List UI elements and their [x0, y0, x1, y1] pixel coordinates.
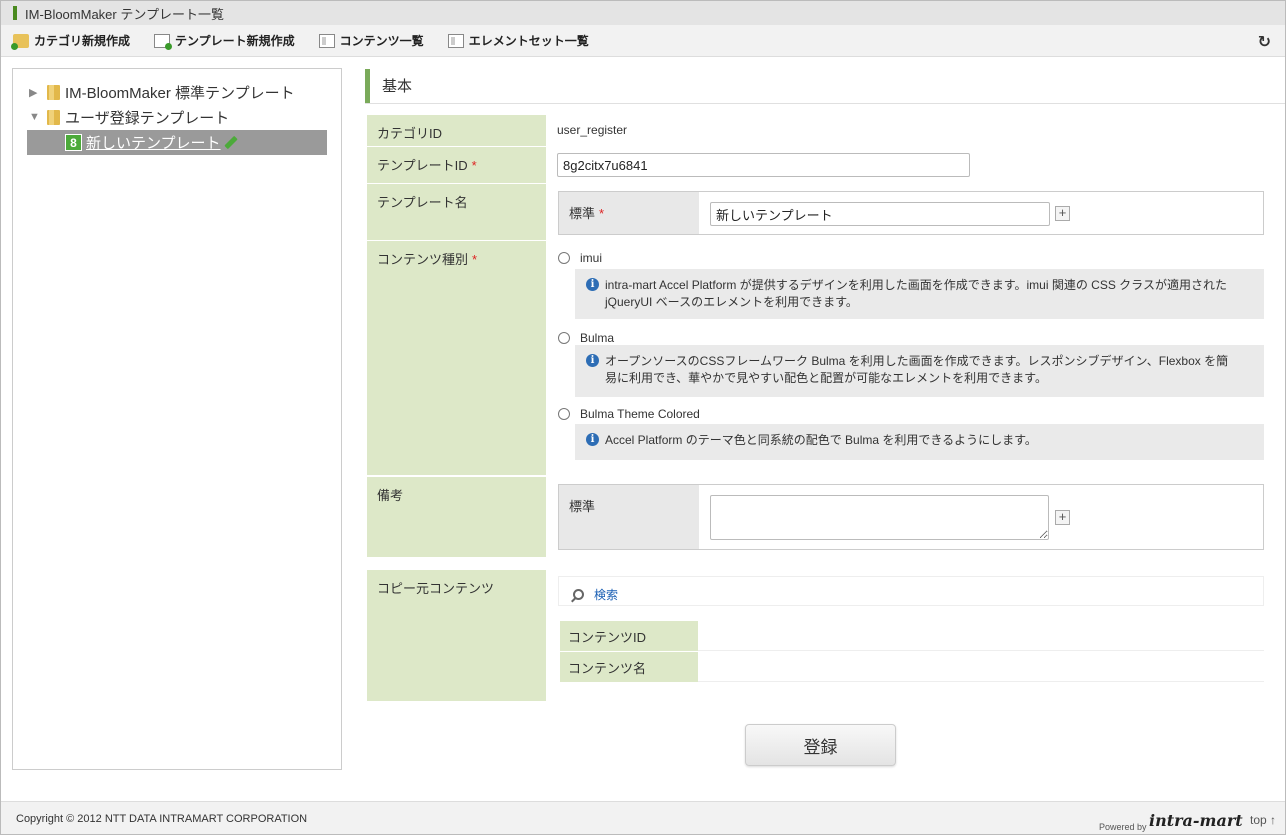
search-icon: [573, 589, 584, 600]
content-type-row: コンテンツ種別 * imui i intra-mart Accel Platfor…: [367, 241, 1285, 475]
expand-arrow-icon[interactable]: ▶: [29, 86, 47, 99]
selected-template-label: 新しいテンプレート: [86, 135, 221, 152]
section-header: 基本: [365, 68, 1285, 104]
bulma-info-line1: オープンソースのCSSフレームワーク Bulma を利用した画面を作成できます。…: [605, 354, 1229, 368]
pencil-icon: [223, 135, 238, 150]
create-template-button[interactable]: テンプレート新規作成: [154, 32, 295, 50]
locale-standard-label: 標準 *: [559, 192, 699, 234]
template-name-row: テンプレート名 標準* +: [367, 184, 1285, 240]
category-id-row: カテゴリID user_register: [367, 115, 1285, 146]
document-add-icon: [154, 33, 173, 50]
template-id-label: テンプレートID *: [367, 147, 546, 183]
locale-standard-label: 標準: [559, 485, 699, 549]
radio-button[interactable]: [558, 252, 570, 264]
content-list-button[interactable]: コンテンツ一覧: [318, 32, 424, 49]
create-template-label: テンプレート新規作成: [175, 34, 295, 48]
refresh-icon[interactable]: ↻: [1258, 32, 1271, 52]
folder-icon: [47, 109, 60, 125]
radio-bulma[interactable]: Bulma: [558, 331, 614, 345]
scroll-top-link[interactable]: top ↑: [1250, 813, 1276, 827]
tree-node-label: ユーザ登録テンプレート: [65, 109, 230, 127]
tree-node-standard-templates[interactable]: ▶ IM-BloomMaker 標準テンプレート: [29, 81, 295, 103]
template-name-locale-box: 標準* +: [558, 191, 1264, 235]
copy-source-search-bar: 検索: [558, 576, 1264, 606]
window-titlebar: IM-BloomMaker テンプレート一覧: [1, 1, 1285, 25]
element-set-list-button[interactable]: エレメントセット一覧: [447, 32, 589, 49]
bulma-info-box: i オープンソースのCSSフレームワーク Bulma を利用した画面を作成できま…: [575, 345, 1264, 397]
category-id-label: カテゴリID: [367, 115, 546, 146]
radio-imui-label: imui: [580, 251, 603, 265]
list-icon: [447, 33, 464, 48]
add-locale-button[interactable]: +: [1055, 510, 1070, 525]
tree-node-label: IM-BloomMaker 標準テンプレート: [65, 84, 295, 102]
template-name-label: テンプレート名: [367, 184, 546, 240]
template-badge: 8: [65, 134, 82, 151]
radio-imui[interactable]: imui: [558, 251, 602, 265]
imui-info-line2: jQueryUI ベースのエレメントを利用できます。: [605, 295, 858, 309]
imui-info-line1: intra-mart Accel Platform が提供するデザインを利用した…: [605, 278, 1227, 292]
template-tree-panel: ▶ IM-BloomMaker 標準テンプレート ▼ ユーザ登録テンプレート 8…: [12, 68, 342, 770]
copy-source-label: コピー元コンテンツ: [367, 570, 546, 701]
radio-button[interactable]: [558, 408, 570, 420]
template-id-row: テンプレートID *: [367, 147, 1285, 183]
info-icon: i: [586, 278, 599, 291]
content-type-label: コンテンツ種別 *: [367, 241, 546, 475]
radio-button[interactable]: [558, 332, 570, 344]
list-icon: [318, 33, 335, 48]
toolbar: カテゴリ新規作成 テンプレート新規作成 コンテンツ一覧 エレメントセット一覧 ↻: [1, 25, 1285, 57]
tree-node-selected-template[interactable]: 8 新しいテンプレート: [27, 130, 327, 155]
content-name-label: コンテンツ名: [560, 652, 698, 682]
imui-info-box: i intra-mart Accel Platform が提供するデザインを利用…: [575, 269, 1264, 319]
intra-mart-logo: intra-mart: [1149, 811, 1243, 830]
folder-add-icon: [11, 33, 29, 50]
bulma-theme-info-line1: Accel Platform のテーマ色と同系統の配色で Bulma を利用でき…: [605, 433, 1037, 447]
add-locale-button[interactable]: +: [1055, 206, 1070, 221]
remarks-textarea[interactable]: [710, 495, 1049, 540]
tree-node-user-register[interactable]: ▼ ユーザ登録テンプレート: [29, 106, 229, 128]
title-marker-icon: [13, 6, 17, 20]
content-list-label: コンテンツ一覧: [339, 34, 424, 48]
content-id-label: コンテンツID: [560, 621, 698, 651]
element-set-list-label: エレメントセット一覧: [468, 34, 589, 48]
info-icon: i: [586, 433, 599, 446]
collapse-arrow-icon[interactable]: ▼: [29, 111, 47, 123]
create-category-label: カテゴリ新規作成: [34, 34, 131, 48]
info-icon: i: [586, 354, 599, 367]
content-id-value: [698, 621, 1264, 651]
radio-bulma-theme-label: Bulma Theme Colored: [580, 407, 700, 421]
powered-by-text: Powered by: [1099, 822, 1147, 832]
copyright-text: Copyright © 2012 NTT DATA INTRAMART CORP…: [16, 813, 308, 825]
radio-bulma-theme-colored[interactable]: Bulma Theme Colored: [558, 407, 700, 421]
radio-bulma-label: Bulma: [580, 331, 615, 345]
register-button[interactable]: 登録: [745, 724, 896, 766]
remarks-row: 備考 標準 +: [367, 477, 1285, 557]
copy-source-row: コピー元コンテンツ 検索 コンテンツID コンテンツ名: [367, 570, 1285, 701]
search-link[interactable]: 検索: [573, 586, 618, 603]
remarks-locale-box: 標準 +: [558, 484, 1264, 550]
section-accent-bar: [365, 68, 370, 103]
remarks-label: 備考: [367, 477, 546, 557]
section-title: 基本: [382, 78, 413, 95]
folder-icon: [47, 84, 60, 100]
required-mark: *: [471, 158, 477, 173]
template-id-input[interactable]: [557, 153, 970, 177]
bulma-theme-info-box: i Accel Platform のテーマ色と同系統の配色で Bulma を利用…: [575, 424, 1264, 460]
template-name-input[interactable]: [710, 202, 1050, 226]
content-name-value: [698, 652, 1264, 682]
create-category-button[interactable]: カテゴリ新規作成: [11, 32, 131, 50]
footer: Copyright © 2012 NTT DATA INTRAMART CORP…: [1, 801, 1285, 834]
bulma-info-line2: 易に利用でき、華やかで見やすい配色と配置が可能なエレメントを利用できます。: [605, 371, 1047, 385]
search-link-label: 検索: [594, 588, 619, 602]
category-id-value: user_register: [557, 123, 628, 137]
window-title: IM-BloomMaker テンプレート一覧: [25, 6, 224, 22]
